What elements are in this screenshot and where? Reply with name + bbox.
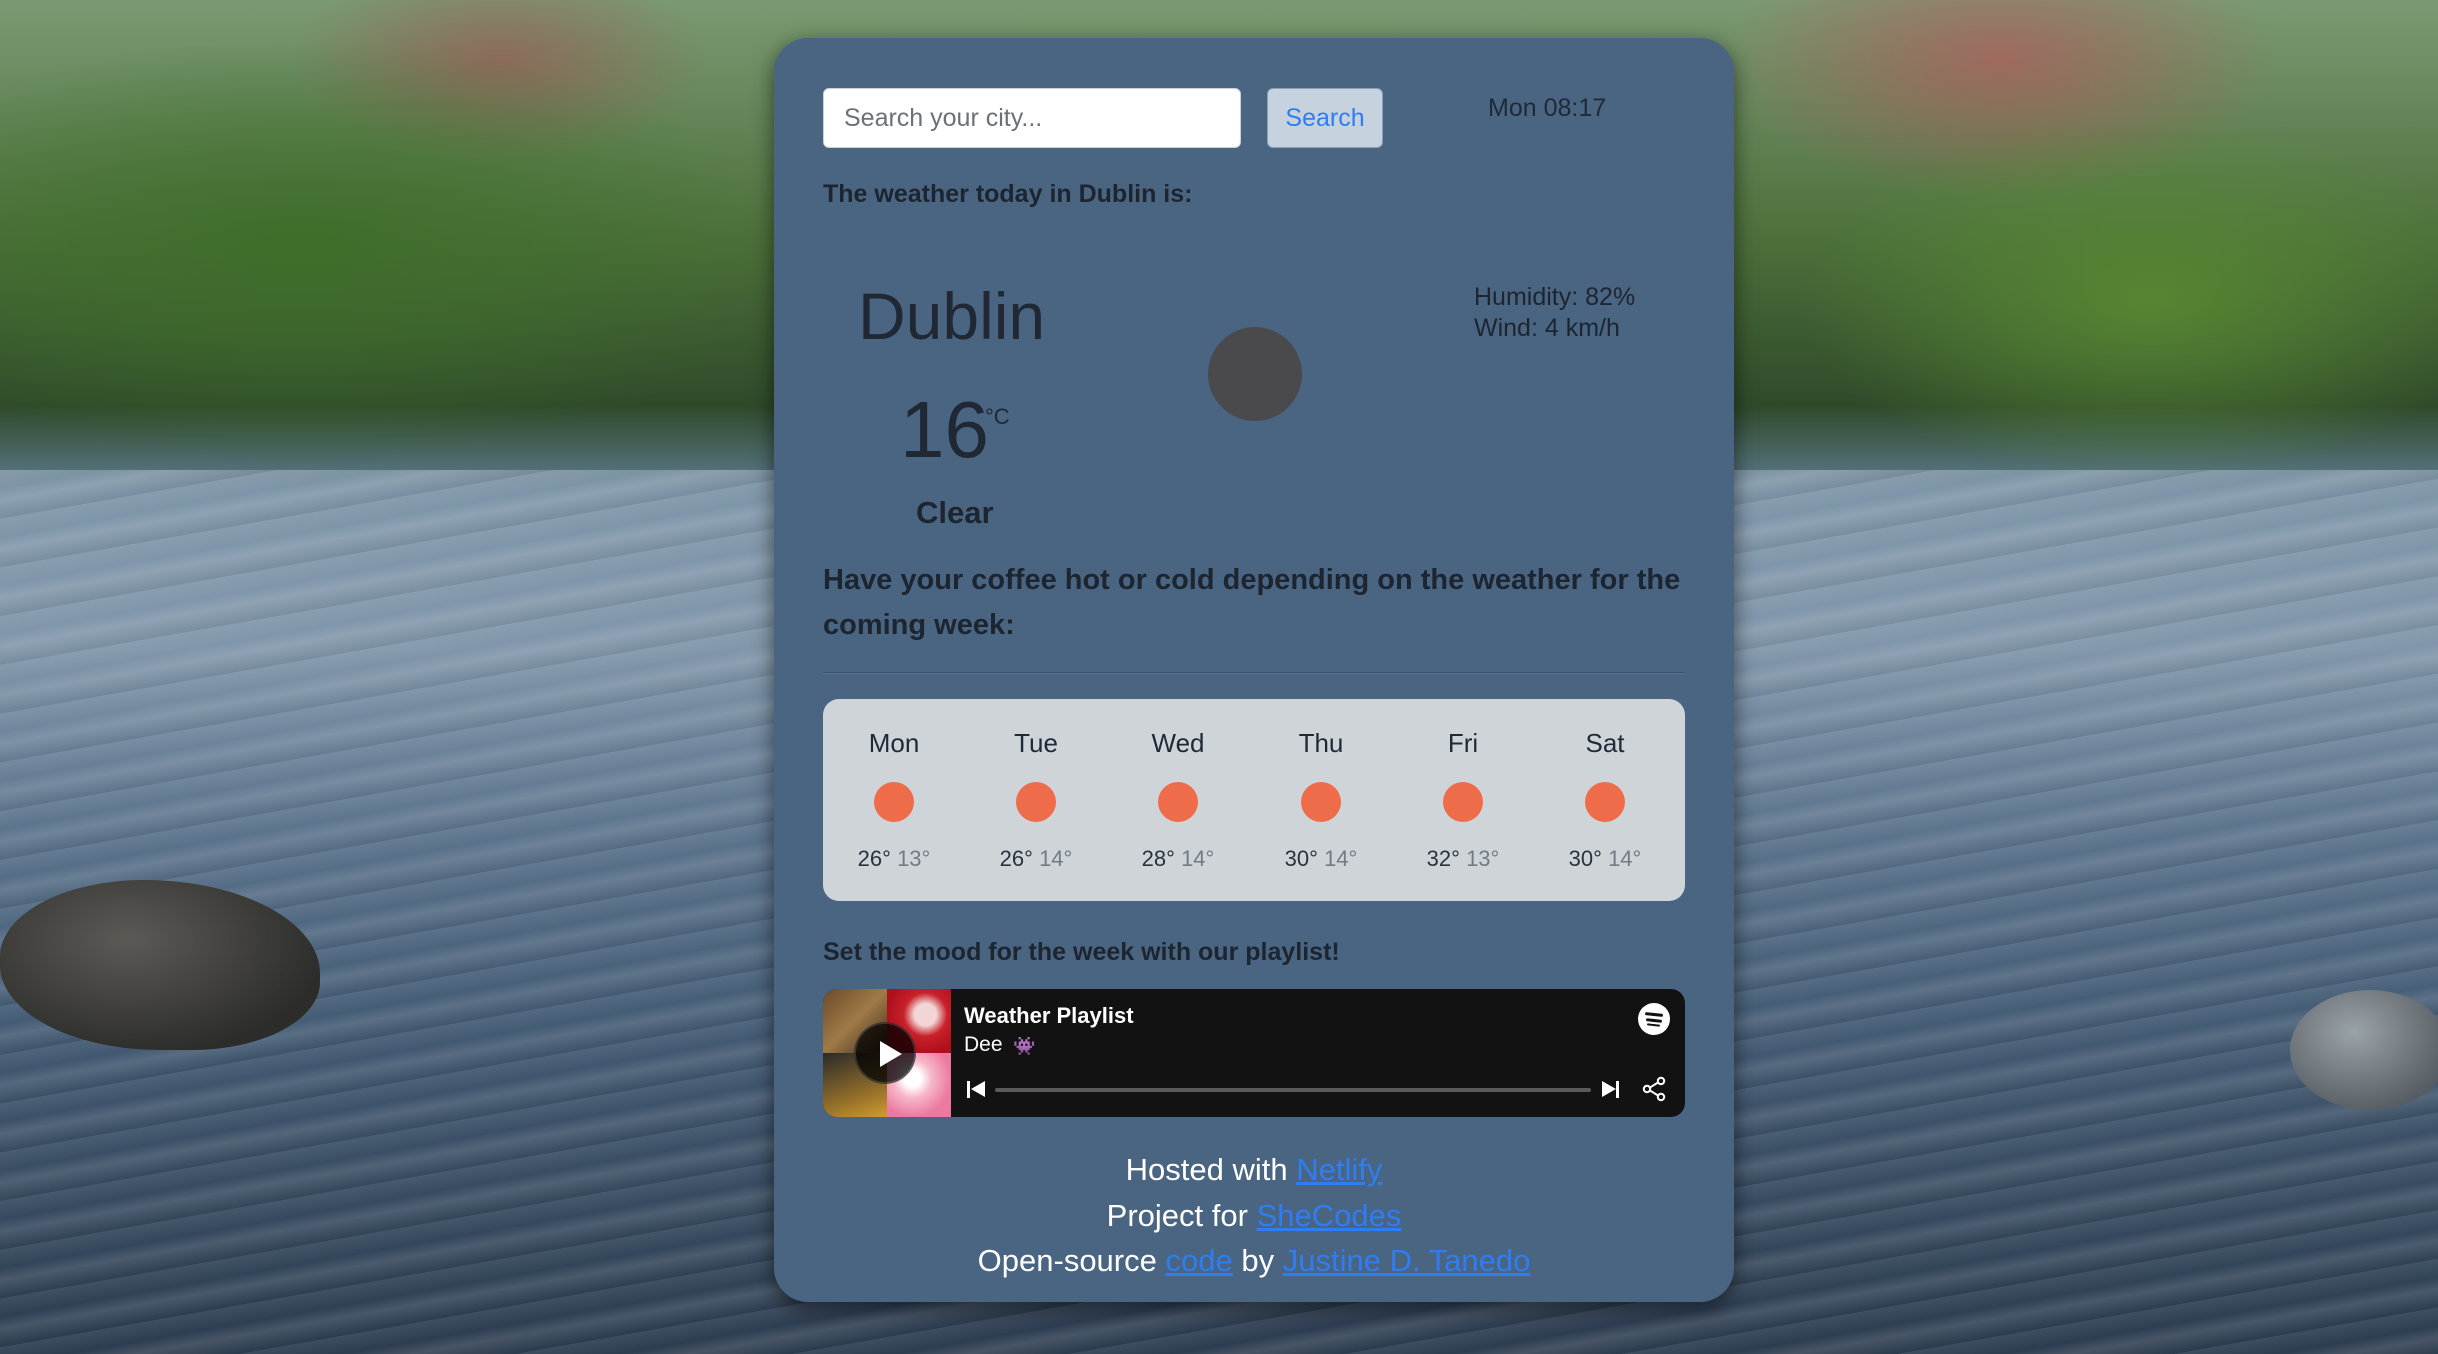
- forecast-min-temp: 14°: [1608, 846, 1642, 871]
- forecast-min-temp: 14°: [1181, 846, 1215, 871]
- forecast-day: Tue 26° 14°: [965, 699, 1107, 901]
- weather-card: Search Mon 08:17 The weather today in Du…: [774, 38, 1734, 1302]
- forecast-day-name: Tue: [1014, 728, 1058, 758]
- city-name: Dublin: [858, 279, 1046, 353]
- sun-icon: [1443, 782, 1483, 822]
- playlist-heading: Set the mood for the week with our playl…: [823, 938, 1340, 966]
- wind-text: Wind: 4 km/h: [1474, 314, 1620, 342]
- forecast-min-temp: 13°: [1466, 846, 1500, 871]
- forecast-day-name: Wed: [1151, 728, 1205, 758]
- humidity-text: Humidity: 82%: [1474, 283, 1636, 311]
- sun-icon: [874, 782, 914, 822]
- weather-condition: Clear: [916, 495, 994, 530]
- shecodes-link[interactable]: SheCodes: [1257, 1198, 1402, 1233]
- background-rock: [2290, 990, 2438, 1110]
- forecast-min-temp: 14°: [1324, 846, 1358, 871]
- source-code-link[interactable]: code: [1166, 1243, 1233, 1278]
- play-button[interactable]: [854, 1022, 916, 1084]
- footer-text: Project for: [1106, 1198, 1248, 1233]
- divider: [823, 672, 1685, 674]
- forecast-day-name: Mon: [868, 728, 920, 758]
- playlist-title[interactable]: Weather Playlist: [964, 1003, 1134, 1029]
- netlify-link[interactable]: Netlify: [1296, 1152, 1382, 1187]
- spotify-player: Weather Playlist Dee 👾: [823, 989, 1685, 1117]
- today-heading: The weather today in Dublin is:: [823, 180, 1193, 208]
- forecast-day: Sat 30° 14°: [1534, 699, 1676, 901]
- footer-text: Open-source: [977, 1243, 1157, 1278]
- footer-line-source: Open-source code by Justine D. Tanedo: [774, 1243, 1734, 1279]
- footer-text: by: [1241, 1243, 1275, 1278]
- forecast-min-temp: 14°: [1039, 846, 1073, 871]
- skip-forward-icon[interactable]: [1600, 1079, 1622, 1101]
- forecast-day: Wed 28° 14°: [1107, 699, 1249, 901]
- sun-icon: [1158, 782, 1198, 822]
- current-temperature: 16: [900, 385, 989, 474]
- forecast-day: Fri 32° 13°: [1392, 699, 1534, 901]
- sun-icon: [1585, 782, 1625, 822]
- moon-dark-circle-icon: [1208, 327, 1302, 421]
- skip-back-icon[interactable]: [965, 1079, 987, 1101]
- forecast-day-name: Sat: [1585, 728, 1625, 758]
- forecast-max-temp: 32°: [1426, 846, 1460, 871]
- share-icon[interactable]: [1640, 1075, 1668, 1103]
- sun-icon: [1016, 782, 1056, 822]
- forecast-day-name: Fri: [1447, 728, 1479, 758]
- forecast-temps: 32° 13°: [1392, 846, 1534, 872]
- playlist-artist[interactable]: Dee: [964, 1033, 1003, 1057]
- forecast-day: Thu 30° 14°: [1250, 699, 1392, 901]
- search-input[interactable]: [823, 88, 1241, 148]
- current-datetime: Mon 08:17: [1488, 94, 1607, 122]
- forecast-max-temp: 26°: [857, 846, 891, 871]
- author-link[interactable]: Justine D. Tanedo: [1283, 1243, 1531, 1278]
- alien-monster-emoji: 👾: [1013, 1036, 1036, 1056]
- forecast-temps: 28° 14°: [1107, 846, 1249, 872]
- forecast-temps: 26° 14°: [965, 846, 1107, 872]
- coffee-heading: Have your coffee hot or cold depending o…: [823, 564, 1681, 641]
- spotify-logo-icon[interactable]: [1638, 1003, 1670, 1035]
- sun-icon: [1301, 782, 1341, 822]
- footer-text: Hosted with: [1125, 1152, 1288, 1187]
- progress-bar[interactable]: [995, 1088, 1591, 1092]
- forecast-min-temp: 13°: [897, 846, 931, 871]
- forecast-max-temp: 30°: [1568, 846, 1602, 871]
- temperature-unit: °C: [985, 404, 1010, 429]
- forecast-max-temp: 30°: [1284, 846, 1318, 871]
- forecast-max-temp: 26°: [999, 846, 1033, 871]
- forecast-panel: Mon 26° 13° Tue 26° 14° Wed 28° 14° Thu: [823, 699, 1685, 901]
- forecast-temps: 30° 14°: [1250, 846, 1392, 872]
- forecast-day: Mon 26° 13°: [823, 699, 965, 901]
- footer-line-hosted: Hosted with Netlify: [774, 1152, 1734, 1188]
- footer-line-project: Project for SheCodes: [774, 1198, 1734, 1234]
- forecast-max-temp: 28°: [1141, 846, 1175, 871]
- forecast-day-name: Thu: [1298, 728, 1344, 758]
- forecast-temps: 30° 14°: [1534, 846, 1676, 872]
- forecast-temps: 26° 13°: [823, 846, 965, 872]
- search-button[interactable]: Search: [1267, 88, 1383, 148]
